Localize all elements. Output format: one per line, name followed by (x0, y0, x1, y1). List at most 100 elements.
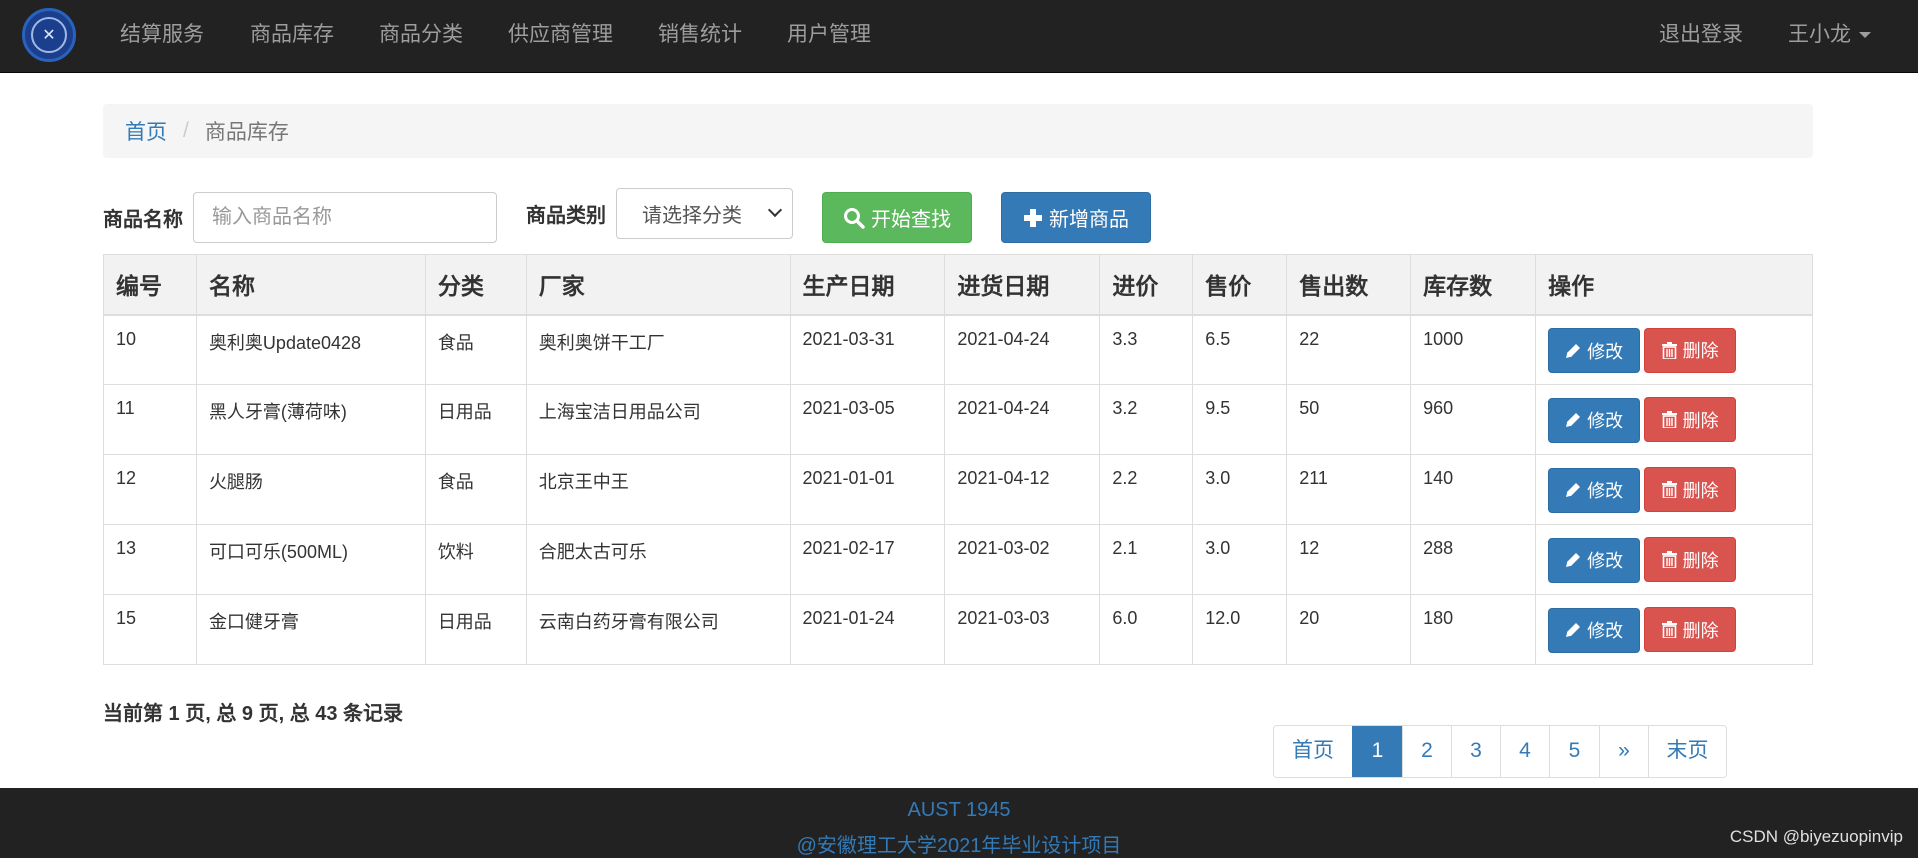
cell-purchase-date: 2021-04-12 (944, 454, 1101, 525)
page-first[interactable]: 首页 (1274, 726, 1352, 777)
header-purchase-date[interactable]: 进货日期 (944, 254, 1101, 316)
nav-item-sales-stats[interactable]: 销售统计 (658, 0, 742, 72)
cell-cost-price: 2.1 (1099, 524, 1194, 595)
page-last[interactable]: 末页 (1648, 726, 1726, 777)
pencil-icon (1565, 552, 1581, 568)
cell-stock-count: 180 (1410, 594, 1537, 665)
add-product-button-label: 新增商品 (1049, 209, 1129, 231)
cell-sale-price: 9.5 (1192, 384, 1288, 455)
cell-sold-count: 50 (1286, 384, 1412, 455)
cell-sold-count: 20 (1286, 594, 1412, 665)
breadcrumb-separator: / (183, 119, 189, 142)
cell-manufacturer: 上海宝洁日用品公司 (525, 384, 791, 455)
cell-category: 食品 (424, 314, 527, 385)
category-select-value: 请选择分类 (642, 205, 742, 227)
table-header-row: 编号 名称 分类 厂家 生产日期 进货日期 进价 售价 售出数 库存数 操作 (103, 254, 1813, 316)
trash-icon (1661, 551, 1677, 568)
header-name[interactable]: 名称 (195, 254, 426, 316)
trash-icon (1661, 481, 1677, 498)
delete-button[interactable]: 删除 (1644, 327, 1737, 373)
edit-button[interactable]: 修改 (1548, 607, 1641, 653)
breadcrumb-home[interactable]: 首页 (125, 116, 167, 146)
search-button-label: 开始查找 (871, 209, 951, 231)
cell-production-date: 2021-01-24 (789, 594, 946, 665)
edit-button[interactable]: 修改 (1548, 397, 1641, 443)
nav-item-supplier[interactable]: 供应商管理 (508, 0, 613, 72)
product-category-label: 商品类别 (526, 205, 606, 227)
cell-stock-count: 140 (1410, 454, 1537, 525)
cell-sale-price: 6.5 (1192, 314, 1288, 385)
table-row: 11 黑人牙膏(薄荷味) 日用品 上海宝洁日用品公司 2021-03-05 20… (103, 384, 1813, 455)
nav-item-user-manage[interactable]: 用户管理 (787, 0, 871, 72)
nav-item-inventory[interactable]: 商品库存 (250, 0, 334, 72)
trash-icon (1661, 341, 1677, 359)
cell-name: 金口健牙膏 (195, 594, 426, 665)
cell-category: 日用品 (424, 384, 527, 455)
header-id[interactable]: 编号 (103, 254, 197, 316)
cell-manufacturer: 合肥太古可乐 (525, 524, 791, 595)
header-sale-price[interactable]: 售价 (1192, 254, 1288, 316)
cell-cost-price: 3.2 (1099, 384, 1194, 455)
page-1[interactable]: 1 (1352, 726, 1402, 777)
cell-production-date: 2021-01-01 (789, 454, 946, 525)
cell-stock-count: 288 (1410, 524, 1537, 595)
university-logo[interactable]: ✕ (22, 8, 76, 62)
delete-button-label: 删除 (1682, 550, 1719, 571)
product-table: 编号 名称 分类 厂家 生产日期 进货日期 进价 售价 售出数 库存数 操作 1… (103, 254, 1813, 665)
cell-name: 火腿肠 (195, 454, 426, 525)
product-name-label: 商品名称 (103, 209, 183, 231)
edit-button[interactable]: 修改 (1548, 328, 1641, 373)
pencil-icon (1565, 482, 1581, 498)
footer: AUST 1945 @安徽理工大学2021年毕业设计项目 (0, 788, 1918, 858)
table-row: 15 金口健牙膏 日用品 云南白药牙膏有限公司 2021-01-24 2021-… (103, 594, 1813, 665)
cell-manufacturer: 云南白药牙膏有限公司 (525, 594, 791, 665)
page-2[interactable]: 2 (1402, 726, 1451, 777)
logo-emblem-icon: ✕ (31, 17, 67, 53)
delete-button[interactable]: 删除 (1644, 467, 1737, 512)
nav-item-category[interactable]: 商品分类 (379, 0, 463, 72)
cell-actions: 修改 删除 (1535, 384, 1813, 455)
cell-cost-price: 3.3 (1099, 314, 1194, 385)
product-name-input[interactable] (193, 192, 497, 243)
page-next[interactable]: » (1599, 726, 1648, 777)
page-3[interactable]: 3 (1451, 726, 1500, 777)
delete-button[interactable]: 删除 (1644, 397, 1737, 442)
edit-button-label: 修改 (1587, 411, 1624, 431)
nav-item-checkout[interactable]: 结算服务 (120, 0, 204, 72)
header-actions: 操作 (1535, 254, 1813, 316)
watermark: CSDN @biyezuopinvip (1729, 827, 1903, 846)
header-manufacturer[interactable]: 厂家 (525, 254, 791, 316)
header-cost-price[interactable]: 进价 (1099, 254, 1194, 316)
edit-button[interactable]: 修改 (1548, 537, 1641, 583)
cell-actions: 修改 删除 (1535, 594, 1813, 665)
caret-down-icon (1859, 32, 1871, 39)
edit-button-label: 修改 (1587, 341, 1624, 362)
header-sold-count[interactable]: 售出数 (1286, 254, 1412, 316)
cell-manufacturer: 奥利奥饼干工厂 (525, 314, 791, 385)
cell-manufacturer: 北京王中王 (525, 454, 791, 525)
add-product-button[interactable]: 新增商品 (1001, 192, 1151, 243)
edit-button-label: 修改 (1587, 481, 1624, 501)
cell-category: 饮料 (424, 524, 527, 595)
delete-button-label: 删除 (1682, 410, 1719, 431)
page-5[interactable]: 5 (1549, 726, 1599, 777)
header-production-date[interactable]: 生产日期 (789, 254, 946, 316)
category-select[interactable]: 请选择分类 (616, 188, 793, 239)
header-category[interactable]: 分类 (424, 254, 527, 316)
delete-button-label: 删除 (1682, 480, 1719, 501)
cell-purchase-date: 2021-04-24 (944, 314, 1101, 385)
footer-line-1: AUST 1945 (907, 799, 1011, 821)
pencil-icon (1565, 622, 1581, 638)
search-button[interactable]: 开始查找 (822, 192, 972, 243)
delete-button[interactable]: 删除 (1644, 537, 1737, 582)
header-stock-count[interactable]: 库存数 (1410, 254, 1537, 316)
edit-button[interactable]: 修改 (1548, 467, 1641, 513)
user-dropdown[interactable]: 王小龙 (1788, 0, 1871, 72)
pagination: 首页 1 2 3 4 5 » 末页 (1273, 725, 1727, 778)
logout-link[interactable]: 退出登录 (1659, 0, 1743, 72)
page-4[interactable]: 4 (1500, 726, 1549, 777)
search-icon (843, 207, 865, 229)
cell-actions: 修改 删除 (1535, 454, 1813, 525)
delete-button[interactable]: 删除 (1644, 607, 1737, 652)
edit-button-label: 修改 (1587, 621, 1624, 641)
